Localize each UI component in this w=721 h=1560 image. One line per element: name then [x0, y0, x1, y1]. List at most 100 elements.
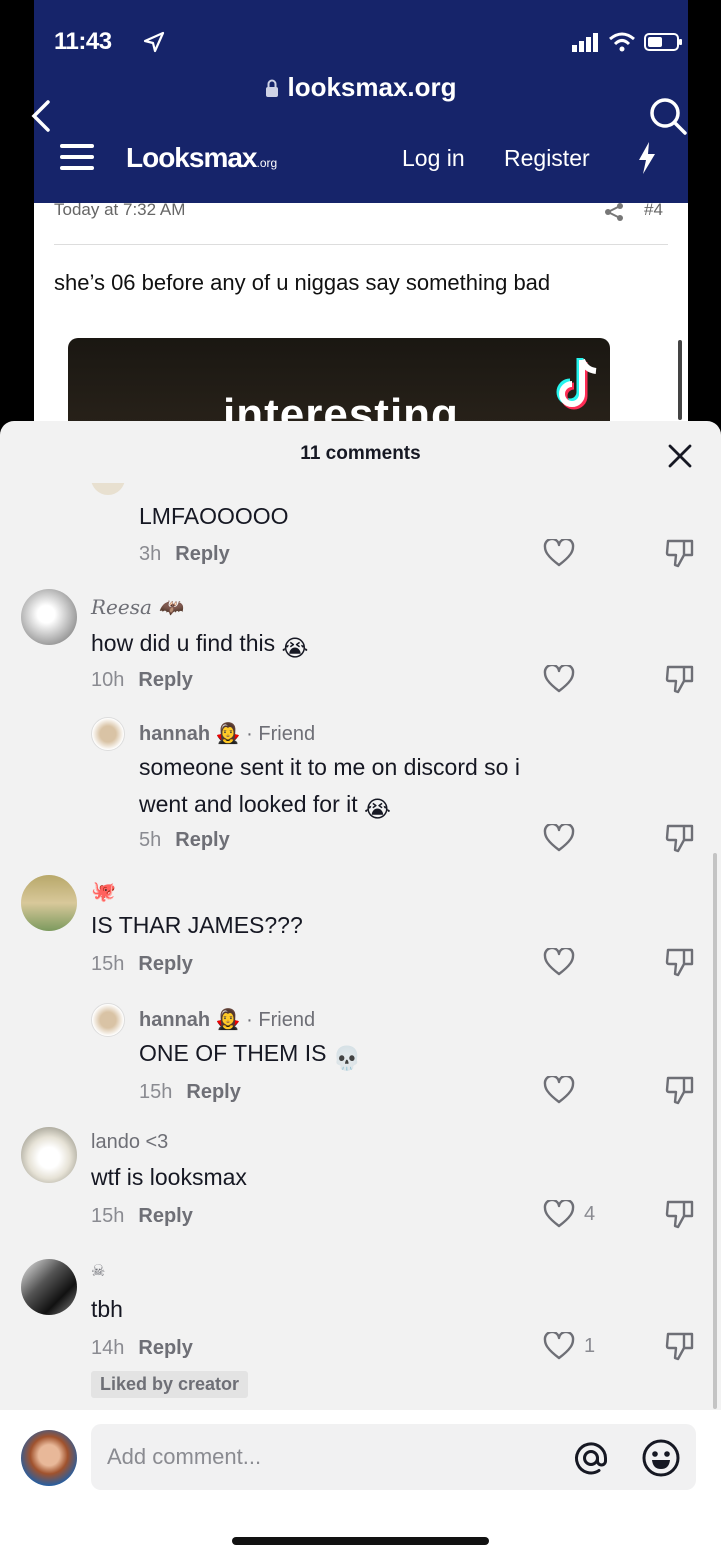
comment-time: 3h	[139, 543, 162, 565]
comment-reply: hannah 🧛‍♀️ · Friend ONE OF THEM IS 💀 15…	[0, 999, 721, 1111]
comment-time: 10h	[91, 669, 125, 691]
crying-emoji: 😭	[364, 796, 391, 822]
comment-username[interactable]: lando <3	[91, 1131, 168, 1154]
comment-line-2: went and looked for it 😭	[139, 786, 520, 828]
comment-username[interactable]: hannah 🧛‍♀️ · Friend	[139, 1007, 315, 1032]
comments-sheet: 11 comments LMFAOOOOO 3h Reply Reesa 🦇 ho…	[0, 421, 721, 1560]
dislike-icon[interactable]	[665, 1198, 695, 1230]
comment-text: someone sent it to me on discord so i wen…	[139, 749, 520, 828]
heart-icon[interactable]	[543, 1076, 575, 1104]
comment-username[interactable]: hannah 🧛‍♀️ · Friend	[139, 721, 315, 746]
dislike-icon[interactable]	[665, 1330, 695, 1362]
comments-count-title: 11 comments	[300, 443, 421, 464]
comment: lando <3 wtf is looksmax 15h Reply 4	[0, 1125, 721, 1239]
reply-button[interactable]: Reply	[138, 669, 192, 691]
comment: Reesa 🦇 how did u find this 😭 10h Reply	[0, 587, 721, 701]
url-bar[interactable]: looksmax.org	[34, 72, 688, 103]
avatar[interactable]	[21, 1259, 77, 1315]
comment-line-1: someone sent it to me on discord so i	[139, 754, 520, 780]
comment: ☠ tbh 14h Reply 1 Liked by creator	[0, 1257, 721, 1407]
post-number[interactable]: #4	[644, 200, 663, 220]
friend-tag: · Friend	[246, 723, 316, 745]
hamburger-menu-icon[interactable]	[60, 144, 94, 174]
reply-button[interactable]: Reply	[138, 1205, 192, 1227]
add-comment-input[interactable]: Add comment...	[91, 1424, 696, 1490]
reply-button[interactable]: Reply	[175, 543, 229, 565]
username-text: hannah	[139, 723, 211, 745]
reply-button[interactable]: Reply	[138, 953, 192, 975]
heart-icon[interactable]	[543, 539, 575, 567]
comment-body: ONE OF THEM IS	[139, 1040, 327, 1066]
search-icon[interactable]	[648, 96, 688, 136]
dislike-icon[interactable]	[665, 537, 695, 569]
friend-tag: · Friend	[246, 1009, 316, 1031]
comment-meta: 3h Reply	[139, 543, 230, 566]
lightning-bolt-icon[interactable]	[637, 142, 657, 174]
avatar[interactable]	[91, 483, 125, 495]
avatar[interactable]	[91, 717, 125, 751]
battery-icon	[644, 33, 682, 51]
comment-meta: 15h Reply	[139, 1081, 241, 1104]
comment-text: tbh	[91, 1296, 123, 1322]
vampire-icon: 🧛‍♀️	[215, 723, 241, 745]
heart-icon[interactable]	[543, 1200, 575, 1228]
avatar[interactable]	[21, 875, 77, 931]
reply-button[interactable]: Reply	[175, 829, 229, 851]
comment-meta: 5h Reply	[139, 829, 230, 852]
comment-body: went and looked for it	[139, 791, 358, 817]
comment: 🐙 IS THAR JAMES??? 15h Reply	[0, 873, 721, 987]
avatar[interactable]	[21, 589, 77, 645]
dislike-icon[interactable]	[665, 822, 695, 854]
browser-page: 11:43 looksmax.org Looksmax.org Log in R…	[31, 0, 688, 440]
post-divider	[54, 244, 668, 245]
reply-button[interactable]: Reply	[138, 1337, 192, 1359]
dislike-icon[interactable]	[665, 946, 695, 978]
mention-icon[interactable]	[571, 1438, 611, 1478]
emoji-icon[interactable]	[641, 1438, 681, 1478]
signal-icon	[572, 33, 598, 52]
username-text: hannah	[139, 1009, 211, 1031]
comment-username[interactable]: ☠	[91, 1261, 105, 1281]
comments-list[interactable]: LMFAOOOOO 3h Reply Reesa 🦇 how did u find…	[0, 483, 721, 1408]
bat-icon: 🦇	[158, 595, 184, 619]
home-indicator[interactable]	[232, 1537, 489, 1545]
comment-username[interactable]: 🐙	[91, 879, 116, 904]
avatar[interactable]	[91, 1003, 125, 1037]
avatar[interactable]	[21, 1127, 77, 1183]
comment-reply: hannah 🧛‍♀️ · Friend someone sent it to …	[0, 713, 721, 863]
comment-time: 14h	[91, 1337, 125, 1359]
comment-body: how did u find this	[91, 630, 276, 656]
comment-time: 15h	[139, 1081, 173, 1103]
comment-time: 5h	[139, 829, 162, 851]
site-logo[interactable]: Looksmax.org	[126, 142, 277, 174]
wifi-icon	[609, 32, 635, 52]
heart-icon[interactable]	[543, 948, 575, 976]
comments-scrollbar[interactable]	[713, 853, 717, 1409]
status-time: 11:43	[54, 28, 112, 55]
dislike-icon[interactable]	[665, 1074, 695, 1106]
logo-suffix: .org	[256, 156, 278, 170]
like-count: 1	[584, 1335, 596, 1357]
lock-icon	[266, 79, 279, 97]
back-chevron-icon[interactable]	[28, 98, 54, 134]
register-link[interactable]: Register	[504, 145, 590, 172]
heart-icon[interactable]	[543, 665, 575, 693]
current-user-avatar[interactable]	[21, 1430, 77, 1486]
page-scrollbar[interactable]	[678, 340, 682, 420]
dislike-icon[interactable]	[665, 663, 695, 695]
comment-username[interactable]: Reesa 🦇	[91, 595, 183, 619]
heart-icon[interactable]	[543, 1332, 575, 1360]
like-count: 4	[584, 1203, 596, 1225]
site-navbar: 11:43 looksmax.org Looksmax.org Log in R…	[31, 0, 688, 203]
post-text: she’s 06 before any of u niggas say some…	[54, 270, 551, 295]
login-link[interactable]: Log in	[402, 145, 465, 172]
reply-button[interactable]: Reply	[186, 1081, 240, 1103]
comment-meta: 10h Reply	[91, 669, 193, 692]
logo-text: Looksmax	[126, 142, 257, 173]
tiktok-logo-icon	[556, 358, 597, 410]
comment-text: ONE OF THEM IS 💀	[139, 1035, 361, 1077]
close-icon[interactable]	[667, 443, 693, 469]
share-icon[interactable]	[604, 203, 624, 221]
post-timestamp: Today at 7:32 AM	[54, 200, 186, 219]
heart-icon[interactable]	[543, 824, 575, 852]
